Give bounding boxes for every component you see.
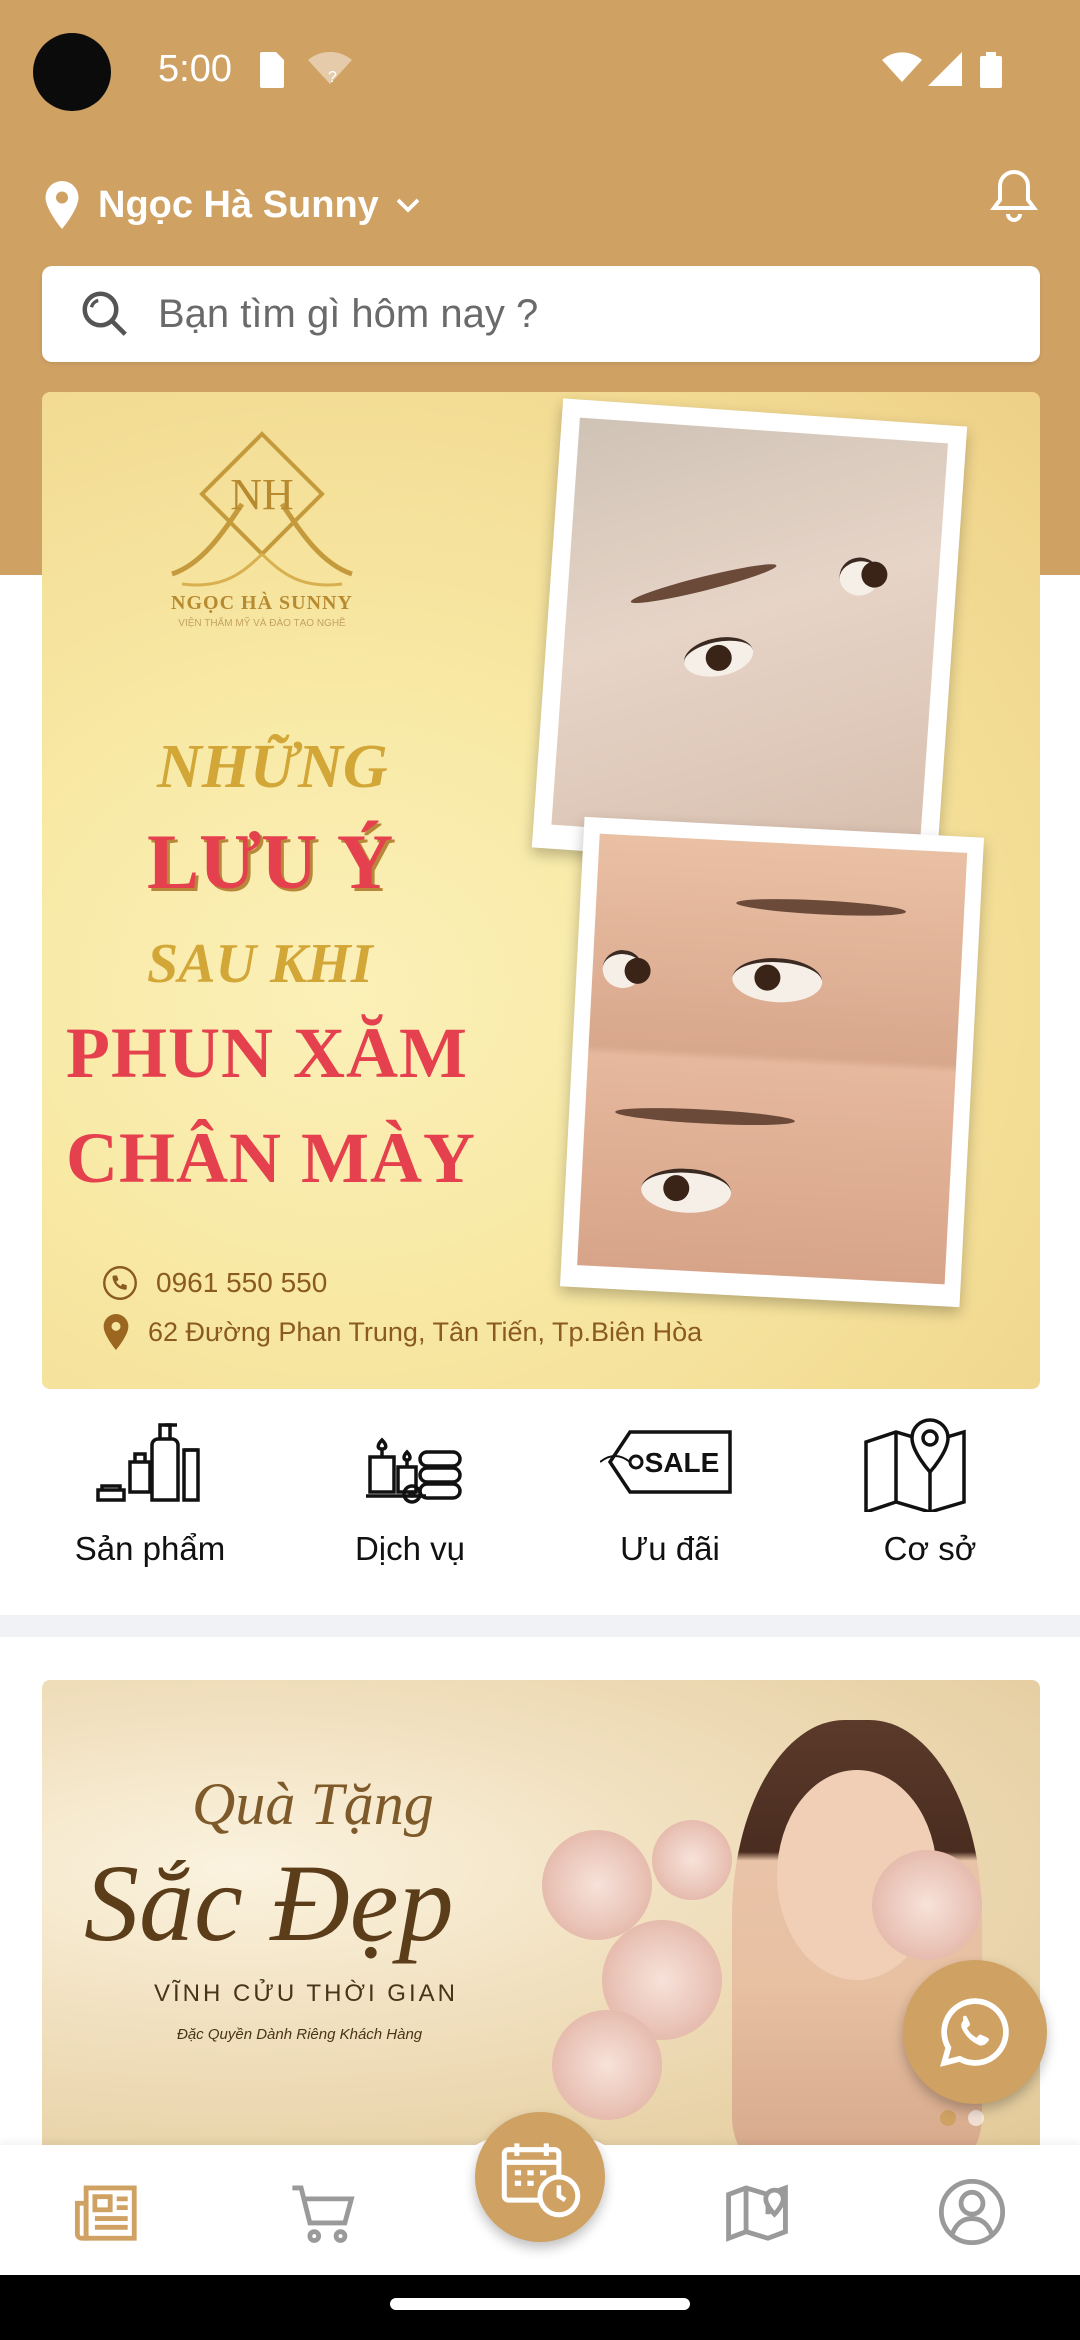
spa-candles-icon [366, 1437, 462, 1504]
brand-tagline: VIỆN THẨM MỸ VÀ ĐÀO TẠO NGHỀ [178, 618, 346, 629]
location-selector[interactable]: Ngọc Hà Sunny [44, 170, 423, 240]
carousel-dot[interactable] [968, 2110, 984, 2126]
map-pin-icon [864, 1418, 966, 1512]
banner-line-2: LƯU Ý [147, 818, 394, 905]
whatsapp-button[interactable] [903, 1960, 1047, 2104]
cosmetics-icon [96, 1423, 200, 1502]
banner2-line-4: Đặc Quyền Dành Riêng Khách Hàng [177, 2026, 423, 2043]
contact-address-text: 62 Đường Phan Trung, Tân Tiến, Tp.Biên H… [148, 1316, 703, 1347]
category-offers-label: Ưu đãi [620, 1530, 720, 1567]
category-offers[interactable]: SALE Ưu đãi [560, 1400, 780, 1568]
search-bar[interactable] [42, 266, 1040, 362]
user-icon[interactable] [937, 2177, 1007, 2247]
wifi-unknown-icon: ? [308, 52, 352, 86]
battery-icon [980, 52, 1002, 88]
section-divider [0, 1615, 1080, 1637]
svg-text:?: ? [328, 69, 337, 86]
promo-banner-eyebrow[interactable]: NH NGỌC HÀ SUNNY VIỆN THẨM MỸ VÀ ĐÀO TẠO… [42, 392, 1040, 1389]
banner-line-3: SAU KHI [147, 933, 373, 995]
contact-phone: 0961 550 550 [102, 1265, 327, 1301]
home-gesture-handle[interactable] [390, 2298, 690, 2310]
contact-address: 62 Đường Phan Trung, Tân Tiến, Tp.Biên H… [102, 1314, 702, 1350]
category-services-label: Dịch vụ [354, 1530, 466, 1567]
sim-card-icon [260, 52, 284, 88]
category-services[interactable]: Dịch vụ [300, 1400, 520, 1568]
banner2-line-3: VĨNH CỬU THỜI GIAN [154, 1980, 458, 2007]
calendar-clock-icon [501, 2143, 581, 2218]
cellular-signal-icon [928, 52, 962, 86]
status-time: 5:00 [158, 48, 232, 90]
category-products[interactable]: Sản phẩm [40, 1400, 260, 1568]
phone-icon [103, 1266, 137, 1300]
category-locations[interactable]: Cơ sở [820, 1400, 1040, 1568]
sale-tag-icon: SALE [600, 1430, 732, 1494]
status-bar: 5:00 ? [0, 0, 1080, 140]
banner2-line-1: Quà Tặng [192, 1771, 434, 1837]
booking-button[interactable] [475, 2112, 605, 2242]
eyebrow-photo-1 [531, 398, 968, 876]
carousel-dot-active[interactable] [940, 2110, 956, 2126]
category-menu: Sản phẩm Dịch vụ SALE Ưu đãi Cơ sở [0, 1400, 1080, 1610]
location-pin-icon [45, 181, 79, 229]
svg-text:NH: NH [230, 470, 294, 519]
news-icon[interactable] [73, 2177, 143, 2247]
cart-icon[interactable] [288, 2177, 358, 2247]
search-input[interactable] [156, 290, 980, 338]
banner-line-4: PHUN XĂM [66, 1013, 468, 1093]
carousel-indicator [940, 2110, 984, 2126]
banner-line-5: CHÂN MÀY [66, 1118, 476, 1198]
chevron-down-icon [396, 198, 420, 213]
whatsapp-icon [940, 1998, 1009, 2067]
category-products-label: Sản phẩm [74, 1530, 226, 1567]
rose-decoration [872, 1850, 982, 1960]
address-pin-icon [103, 1314, 129, 1350]
rose-decoration [542, 1830, 652, 1940]
banner-line-1: NHỮNG [157, 733, 388, 801]
contact-phone-number: 0961 550 550 [156, 1267, 328, 1298]
eyebrow-photo-2 [559, 816, 985, 1308]
svg-text:SALE: SALE [645, 1447, 720, 1478]
banner2-line-2: Sắc Đẹp [84, 1842, 454, 1964]
rose-decoration [552, 2010, 662, 2120]
promo-banner-gift[interactable]: Quà Tặng Sắc Đẹp VĨNH CỬU THỜI GIAN Đặc … [42, 1680, 1040, 2150]
brand-name: NGỌC HÀ SUNNY [171, 592, 353, 614]
location-name: Ngọc Hà Sunny [98, 183, 379, 226]
map-icon[interactable] [722, 2177, 792, 2247]
notification-bell-icon[interactable] [990, 168, 1038, 224]
rose-decoration [652, 1820, 732, 1900]
category-locations-label: Cơ sở [883, 1530, 977, 1567]
wifi-icon [882, 52, 922, 82]
camera-cutout [33, 33, 111, 111]
search-icon [82, 291, 127, 336]
